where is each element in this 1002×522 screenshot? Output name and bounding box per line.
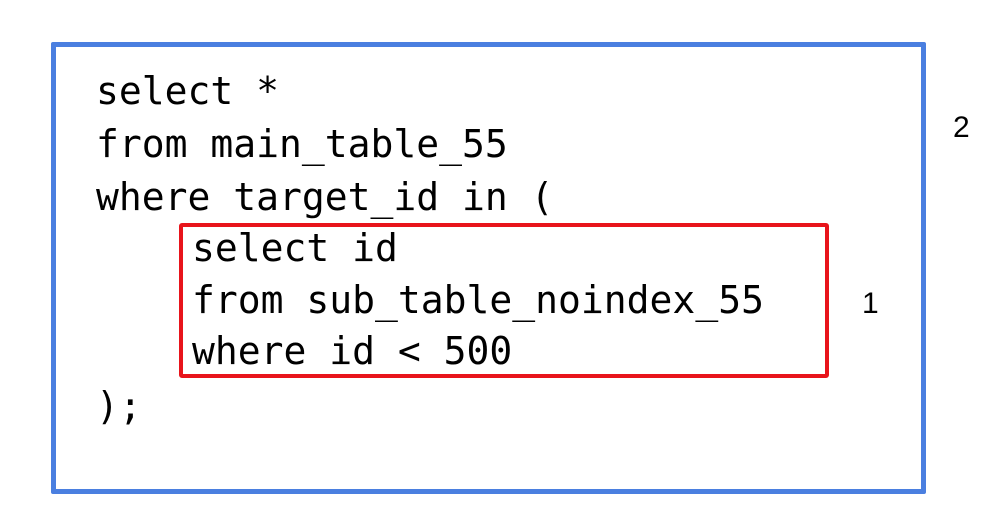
subquery-line-1: select id: [192, 226, 398, 270]
outer-query-line-3: where target_id in (: [96, 175, 554, 219]
subquery-line-3: where id < 500: [192, 329, 513, 373]
subquery-label: 1: [862, 287, 879, 320]
outer-query-line-2: from main_table_55: [96, 122, 508, 166]
outer-query-closing: );: [96, 384, 142, 428]
outer-query-line-1: select *: [96, 69, 280, 113]
subquery-line-2: from sub_table_noindex_55: [192, 278, 764, 322]
outer-query-label: 2: [953, 111, 970, 144]
